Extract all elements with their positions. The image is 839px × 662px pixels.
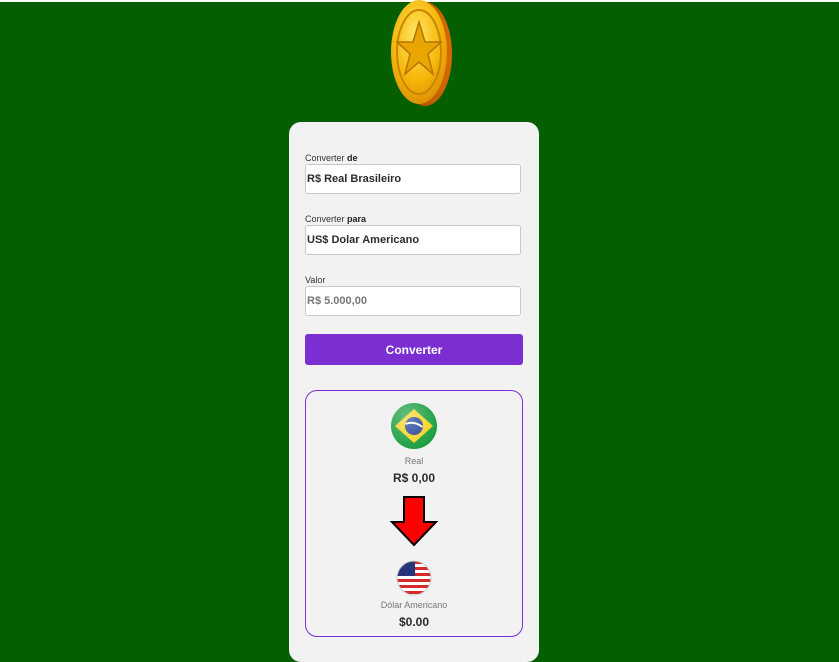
brazil-flag-icon bbox=[391, 403, 437, 449]
gold-coin-icon bbox=[391, 0, 452, 106]
down-arrow-icon bbox=[389, 496, 439, 547]
from-currency-select[interactable]: R$ Real Brasileiro bbox=[305, 164, 521, 194]
to-label: Converter para bbox=[305, 214, 367, 224]
from-currency-value: R$ Real Brasileiro bbox=[307, 173, 402, 185]
target-amount: $0.00 bbox=[398, 615, 430, 629]
convert-button[interactable]: Converter bbox=[305, 334, 523, 365]
amount-placeholder: R$ 5.000,00 bbox=[307, 295, 367, 307]
converter-card: Converter de R$ Real Brasileiro Converte… bbox=[289, 122, 539, 662]
to-currency-select[interactable]: US$ Dolar Americano bbox=[305, 225, 521, 255]
amount-label: Valor bbox=[305, 275, 326, 285]
result-panel: Real R$ 0,00 Dólar Americano $0.00 bbox=[305, 390, 523, 637]
to-currency-value: US$ Dolar Americano bbox=[307, 234, 420, 246]
from-label: Converter de bbox=[305, 153, 358, 163]
target-currency-label: Dólar Americano bbox=[380, 600, 448, 610]
usa-flag-icon bbox=[396, 560, 432, 596]
source-currency-label: Real bbox=[404, 456, 424, 466]
source-amount: R$ 0,00 bbox=[392, 471, 436, 485]
amount-input[interactable]: R$ 5.000,00 bbox=[305, 286, 521, 316]
